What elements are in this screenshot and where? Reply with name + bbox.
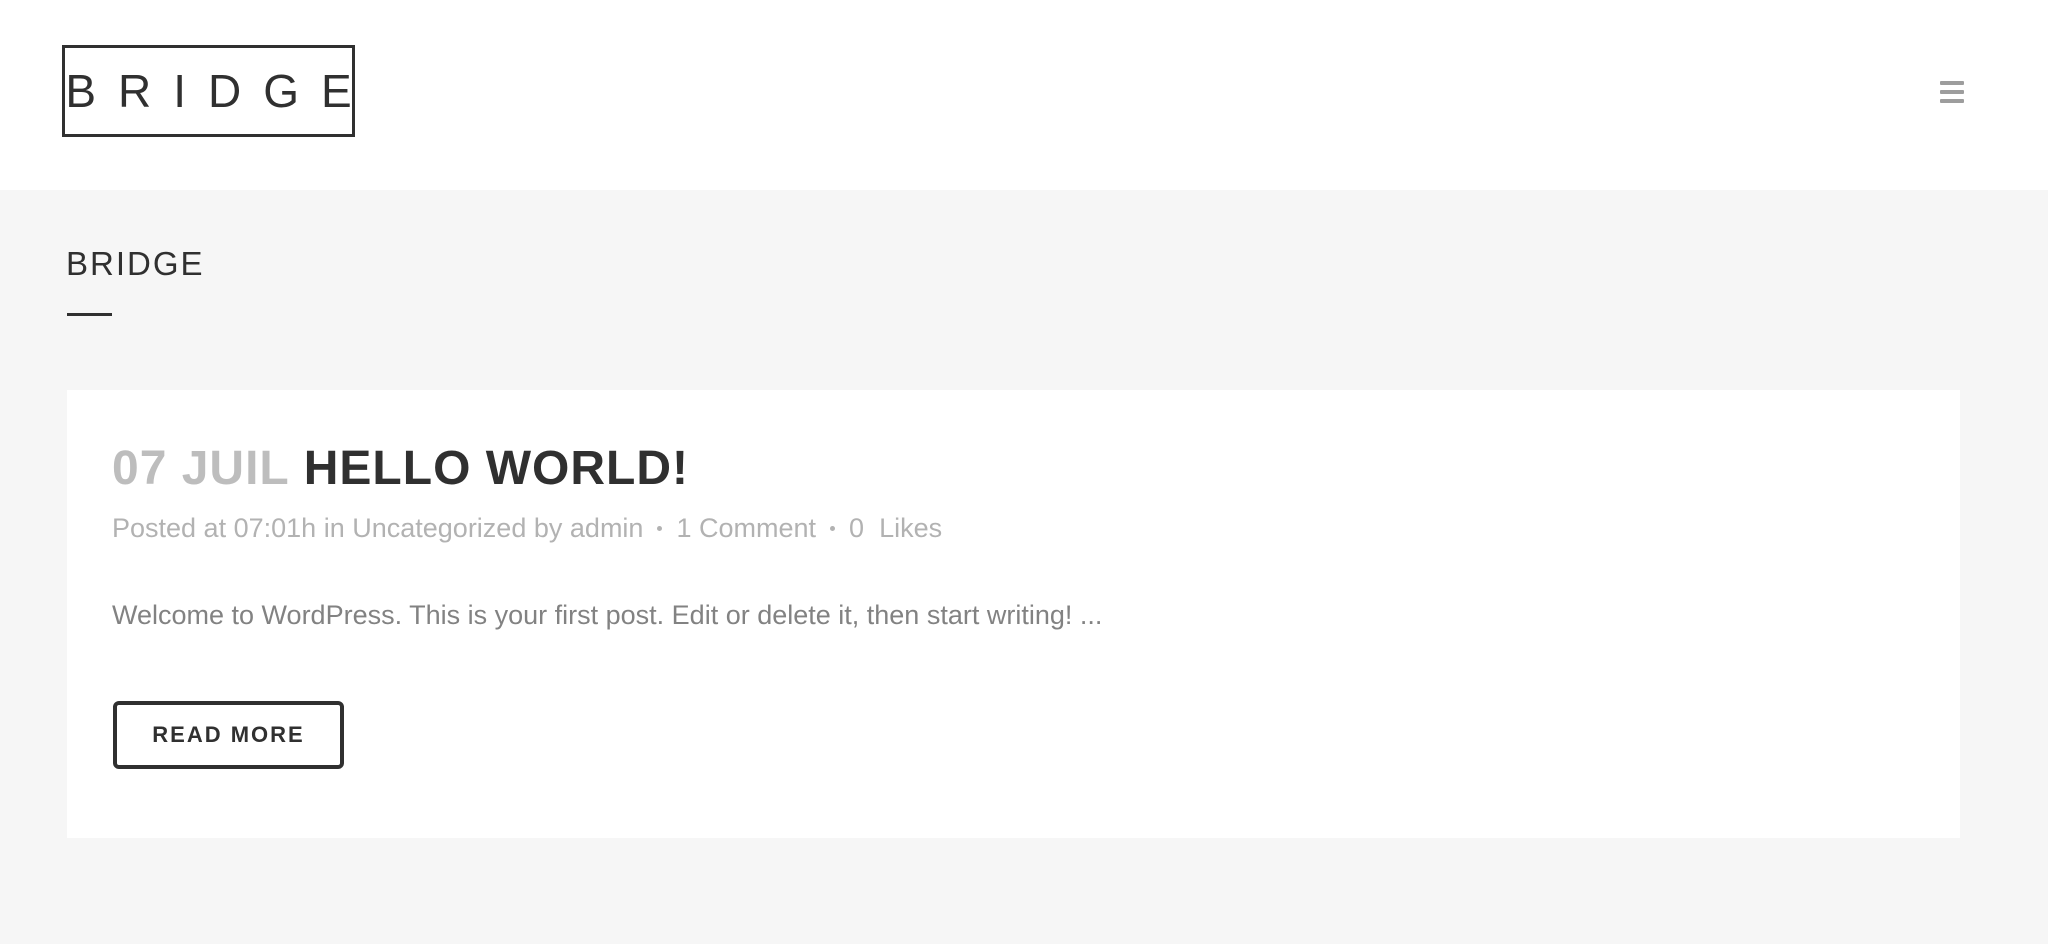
post-heading: 07 JUIL HELLO WORLD! xyxy=(112,440,689,498)
post-title-link[interactable]: HELLO WORLD! xyxy=(304,442,689,495)
meta-separator-dot xyxy=(657,526,663,532)
post-date: 07 JUIL xyxy=(112,442,290,495)
page-title: BRIDGE xyxy=(66,245,205,282)
likes-label: Likes xyxy=(879,513,943,543)
hamburger-icon[interactable] xyxy=(1940,81,1964,103)
site-logo[interactable]: BRIDGE xyxy=(62,45,355,137)
by-label: by xyxy=(533,513,563,543)
category-link[interactable]: Uncategorized xyxy=(352,513,526,543)
likes-link[interactable]: 0 Likes xyxy=(849,513,942,543)
meta-separator-dot xyxy=(830,526,836,532)
post-meta: Posted at 07:01h in Uncategorized by adm… xyxy=(112,512,942,544)
post-card: 07 JUIL HELLO WORLD! Posted at 07:01h in … xyxy=(67,390,1960,838)
author-link[interactable]: admin xyxy=(570,513,644,543)
in-label: in xyxy=(323,513,345,543)
title-separator xyxy=(67,313,112,316)
site-header: BRIDGE xyxy=(0,0,2048,190)
logo-text: BRIDGE xyxy=(65,65,374,117)
comments-link[interactable]: 1 Comment xyxy=(676,513,816,543)
post-time: 07:01h xyxy=(233,513,317,543)
post-excerpt: Welcome to WordPress. This is your first… xyxy=(112,600,1103,630)
likes-count: 0 xyxy=(849,513,865,543)
read-more-button[interactable]: READ MORE xyxy=(113,701,344,769)
posted-prefix: Posted at xyxy=(112,513,227,543)
